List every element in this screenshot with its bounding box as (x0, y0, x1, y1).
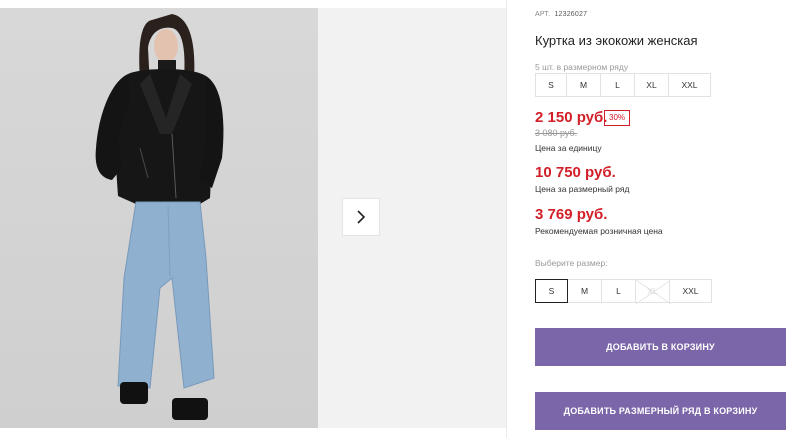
retail-price-caption: Рекомендуемая розничная цена (535, 226, 663, 236)
old-price: 3 080 руб. (535, 128, 578, 138)
size-row-item: XXL (668, 73, 711, 97)
row-price-caption: Цена за размерный ряд (535, 184, 630, 194)
discount-badge: 30% (604, 110, 631, 126)
size-row-item: M (566, 73, 601, 97)
size-option-xl-label: XL (647, 286, 658, 296)
retail-price: 3 769 руб. (535, 206, 608, 223)
product-info-panel: АРТ. 12326027 Куртка из экокожи женская … (535, 0, 795, 438)
product-gallery (0, 8, 506, 428)
size-row-item: S (535, 73, 567, 97)
size-row: S M L XL XXL (535, 73, 711, 97)
size-picker: S M L XL XXL (535, 279, 712, 304)
article-label: АРТ. (535, 11, 551, 18)
row-price: 10 750 руб. (535, 164, 616, 181)
choose-size-label: Выберите размер: (535, 258, 608, 268)
add-to-cart-button[interactable]: ДОБАВИТЬ В КОРЗИНУ (535, 328, 786, 366)
unit-price: 2 150 руб. (535, 109, 608, 126)
size-option-xl: XL (635, 279, 671, 304)
size-option-s[interactable]: S (535, 279, 568, 303)
unit-price-caption: Цена за единицу (535, 143, 602, 153)
add-size-row-to-cart-button[interactable]: ДОБАВИТЬ РАЗМЕРНЫЙ РЯД В КОРЗИНУ (535, 392, 786, 430)
divider (506, 0, 507, 438)
product-title: Куртка из экокожи женская (535, 33, 698, 48)
product-photo[interactable] (0, 8, 318, 428)
size-option-xxl[interactable]: XXL (669, 279, 712, 303)
article-number: АРТ. 12326027 (535, 11, 587, 18)
size-option-m[interactable]: M (567, 279, 602, 303)
size-option-l[interactable]: L (601, 279, 636, 303)
size-row-label: 5 шт. в размерном ряду (535, 62, 629, 72)
size-row-item: L (600, 73, 635, 97)
gallery-next-button[interactable] (342, 198, 380, 236)
model-image (95, 14, 224, 420)
size-row-item: XL (634, 73, 669, 97)
chevron-right-icon (357, 210, 366, 224)
article-value: 12326027 (554, 11, 588, 18)
